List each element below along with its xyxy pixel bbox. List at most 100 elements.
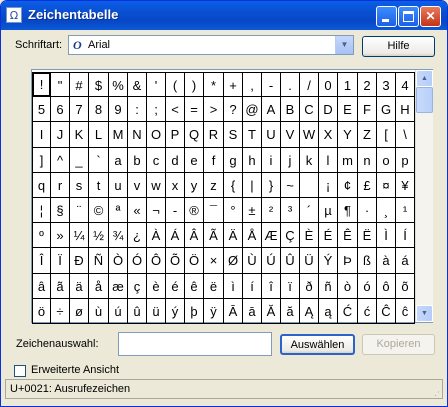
character-cell[interactable]: º (32, 223, 51, 248)
character-cell[interactable]: 4 (396, 72, 415, 97)
character-cell[interactable]: G (377, 97, 396, 122)
character-cell[interactable]: É (319, 223, 338, 248)
character-cell[interactable]: : (128, 97, 147, 122)
character-cell[interactable]: 5 (32, 97, 51, 122)
character-cell[interactable]: ³ (281, 198, 300, 223)
character-cell[interactable]: ó (358, 274, 377, 299)
character-cell[interactable]: È (300, 223, 319, 248)
character-cell[interactable]: © (89, 198, 109, 223)
character-cell[interactable]: [ (377, 122, 396, 148)
character-cell[interactable]: j (281, 148, 300, 173)
character-cell[interactable]: ¬ (147, 198, 166, 223)
character-cell[interactable]: ¿ (128, 223, 147, 248)
character-cell[interactable]: ^ (51, 148, 70, 173)
character-cell[interactable]: × (204, 248, 224, 274)
character-cell[interactable]: ¤ (377, 173, 396, 198)
character-cell[interactable]: s (70, 173, 89, 198)
character-cell[interactable]: p (396, 148, 415, 173)
character-cell[interactable]: ` (89, 148, 109, 173)
character-cell[interactable]: « (128, 198, 147, 223)
character-cell[interactable]: 6 (51, 97, 70, 122)
character-cell[interactable]: é (166, 274, 185, 299)
advanced-view-checkbox[interactable] (14, 365, 26, 377)
character-cell[interactable]: ¶ (338, 198, 358, 223)
character-cell[interactable]: V (281, 122, 300, 148)
character-cell[interactable]: ¾ (109, 223, 128, 248)
character-cell[interactable]: 8 (89, 97, 109, 122)
character-cell[interactable]: » (51, 223, 70, 248)
character-cell[interactable]: R (204, 122, 224, 148)
character-cell[interactable]: 7 (70, 97, 89, 122)
character-cell[interactable]: Ô (147, 248, 166, 274)
character-cell[interactable]: Ê (338, 223, 358, 248)
character-cell[interactable]: £ (358, 173, 377, 198)
character-cell[interactable]: Ð (70, 248, 89, 274)
character-cell[interactable]: Ä (224, 223, 243, 248)
character-cell[interactable]: , (243, 72, 262, 97)
character-cell[interactable]: Ö (185, 248, 204, 274)
character-cell[interactable]: ê (185, 274, 204, 299)
resize-grip-icon[interactable]: ⋰ (431, 390, 443, 402)
title-bar[interactable]: Ω Zeichentabelle ✕ (1, 1, 447, 30)
character-cell[interactable]: Í (396, 223, 415, 248)
character-cell[interactable]: ð (300, 274, 319, 299)
character-cell[interactable]: | (243, 173, 262, 198)
character-cell[interactable]: A (262, 97, 281, 122)
character-cell[interactable]: ¼ (70, 223, 89, 248)
character-cell[interactable]: Z (358, 122, 377, 148)
character-cell[interactable]: Ć (338, 299, 358, 324)
character-cell[interactable]: k (300, 148, 319, 173)
character-cell[interactable]: Ì (377, 223, 396, 248)
character-cell[interactable]: a (109, 148, 128, 173)
character-cell[interactable]: ± (243, 198, 262, 223)
character-cell[interactable]: ) (185, 72, 204, 97)
character-cell[interactable]: h (243, 148, 262, 173)
character-cell[interactable]: W (300, 122, 319, 148)
character-cell[interactable]: u (109, 173, 128, 198)
character-cell[interactable]: Ą (300, 299, 319, 324)
character-cell[interactable]: Ë (358, 223, 377, 248)
character-cell[interactable]: < (166, 97, 185, 122)
character-cell[interactable]: ® (185, 198, 204, 223)
character-cell[interactable]: q (32, 173, 51, 198)
character-cell[interactable]: Ā (224, 299, 243, 324)
character-cell[interactable]: ½ (89, 223, 109, 248)
minimize-button[interactable] (376, 6, 397, 27)
character-cell[interactable]: · (358, 198, 377, 223)
character-cell[interactable]: Ó (128, 248, 147, 274)
character-cell[interactable]: ă (281, 299, 300, 324)
character-cell[interactable]: ¯ (204, 198, 224, 223)
selection-input[interactable] (118, 332, 272, 356)
character-cell[interactable]: * (204, 72, 224, 97)
character-cell[interactable]: Ç (281, 223, 300, 248)
character-cell[interactable]: _ (70, 148, 89, 173)
maximize-button[interactable] (398, 6, 419, 27)
character-cell[interactable]: ¥ (396, 173, 415, 198)
character-cell[interactable]: ° (224, 198, 243, 223)
character-cell[interactable]: + (224, 72, 243, 97)
character-cell[interactable]: ü (147, 299, 166, 324)
character-cell[interactable]: D (319, 97, 338, 122)
character-cell[interactable]: U (262, 122, 281, 148)
character-cell[interactable]: ù (89, 299, 109, 324)
character-cell[interactable]: Y (338, 122, 358, 148)
character-cell[interactable]: X (319, 122, 338, 148)
character-cell[interactable]: e (185, 148, 204, 173)
character-cell[interactable]: Þ (338, 248, 358, 274)
scroll-up-icon[interactable]: ▲ (416, 70, 433, 87)
character-cell[interactable]: ¦ (32, 198, 51, 223)
character-cell[interactable]: I (32, 122, 51, 148)
character-cell[interactable]: 2 (358, 72, 377, 97)
character-cell[interactable]: æ (109, 274, 128, 299)
character-cell[interactable]: ò (338, 274, 358, 299)
character-cell[interactable]: = (185, 97, 204, 122)
character-cell[interactable]: M (109, 122, 128, 148)
character-cell[interactable]: % (109, 72, 128, 97)
character-cell[interactable]: Ã (204, 223, 224, 248)
character-cell[interactable]: ª (109, 198, 128, 223)
character-cell[interactable]: Æ (262, 223, 281, 248)
character-cell[interactable]: g (224, 148, 243, 173)
character-cell[interactable]: ä (70, 274, 89, 299)
character-cell[interactable]: Ñ (89, 248, 109, 274)
character-cell[interactable]: ÿ (204, 299, 224, 324)
